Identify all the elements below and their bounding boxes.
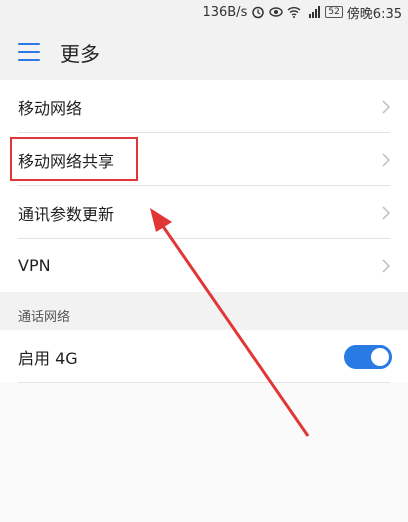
settings-list: 移动网络 移动网络共享 通讯参数更新 VPN (0, 80, 408, 292)
list-item-label: 启用 4G (18, 348, 78, 368)
alarm-icon (251, 5, 265, 19)
status-bar: 136B/s 52 傍晚6:35 (0, 0, 408, 24)
list-item-mobile-network[interactable]: 移动网络 (0, 80, 408, 133)
chevron-right-icon (382, 205, 390, 220)
chevron-right-icon (382, 152, 390, 167)
cellular-signal-icon (305, 6, 321, 18)
page-title: 更多 (60, 41, 100, 66)
network-speed: 136B/s (202, 4, 248, 20)
toggle-knob (371, 347, 389, 366)
list-item-label: VPN (18, 256, 51, 275)
chevron-right-icon (382, 258, 390, 273)
empty-area (0, 383, 408, 522)
chevron-right-icon (382, 99, 390, 114)
eye-icon (269, 5, 284, 19)
wifi-icon (287, 6, 301, 18)
battery-icon: 52 (325, 6, 343, 18)
app-header: 更多 (0, 24, 408, 80)
clock-time: 傍晚6:35 (346, 6, 402, 22)
section-header: 通话网络 (0, 292, 408, 330)
enable-4g-toggle[interactable] (344, 344, 392, 369)
list-item-enable-4g[interactable]: 启用 4G (0, 330, 408, 383)
highlight-box (10, 137, 138, 181)
list-item-label: 移动网络 (18, 98, 83, 118)
call-network-list: 启用 4G (0, 330, 408, 383)
hamburger-icon[interactable] (18, 43, 40, 61)
list-item-vpn[interactable]: VPN (0, 239, 408, 292)
list-item-label: 通讯参数更新 (18, 204, 115, 224)
list-item-carrier-update[interactable]: 通讯参数更新 (0, 186, 408, 239)
list-item-tethering[interactable]: 移动网络共享 (0, 133, 408, 186)
